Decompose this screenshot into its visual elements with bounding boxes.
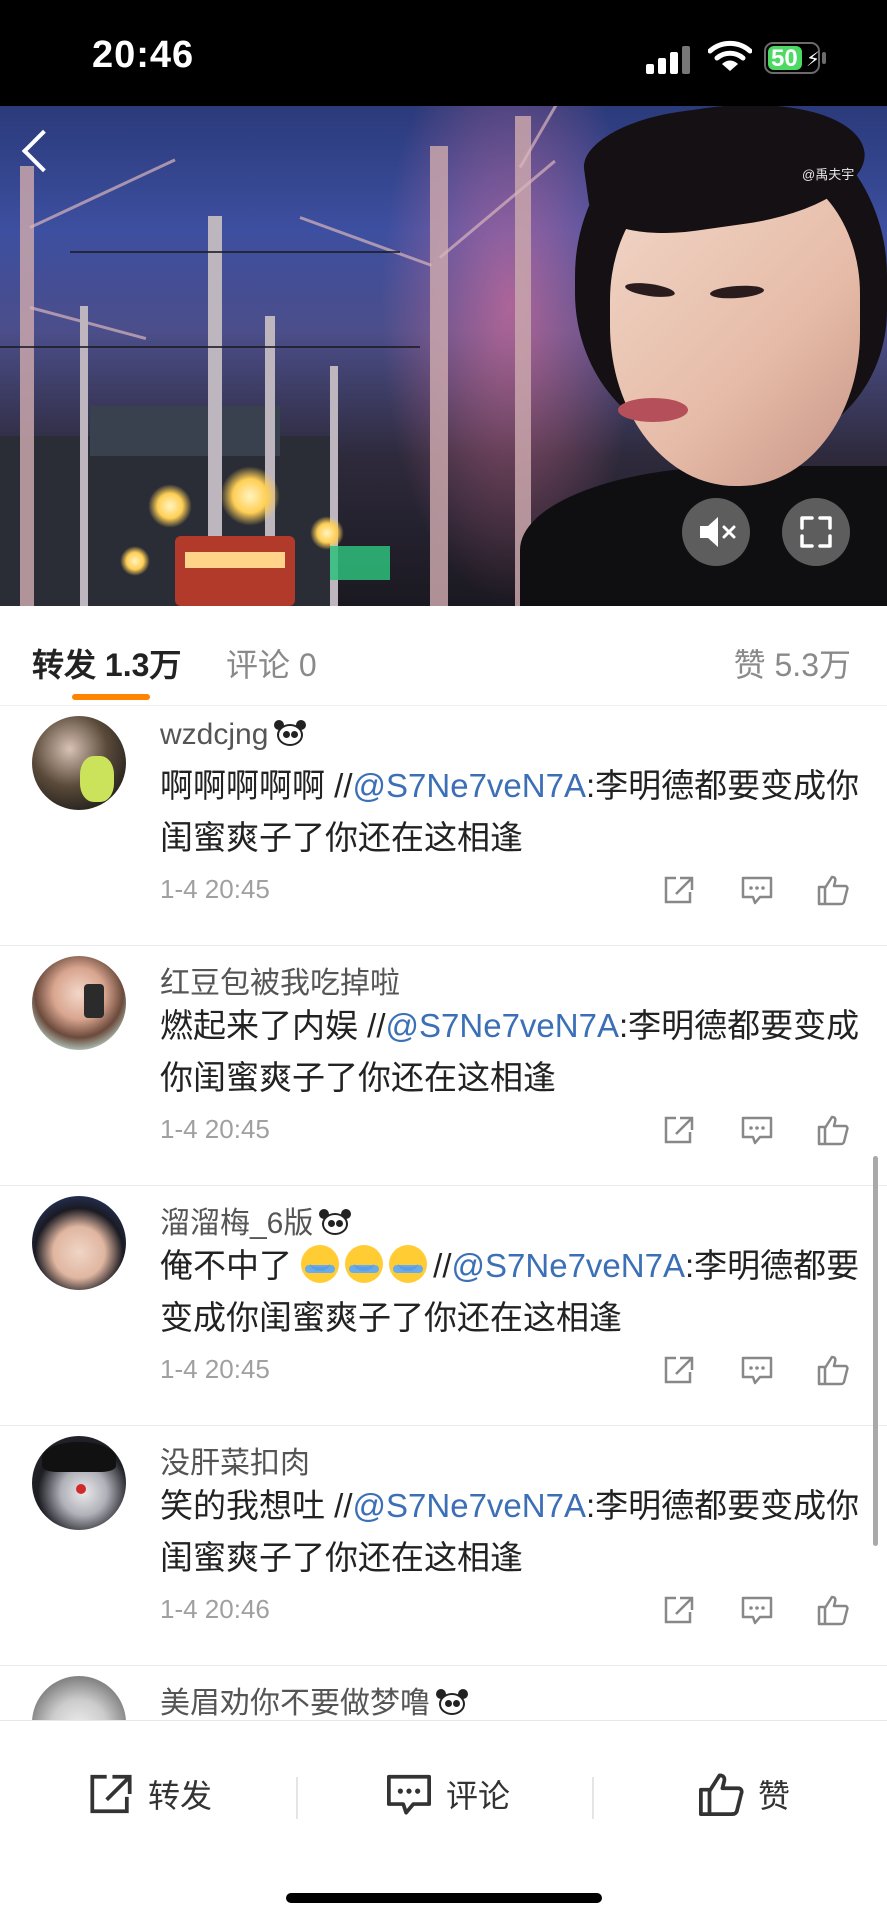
- like-icon[interactable]: [816, 874, 850, 906]
- username[interactable]: 红豆包被我吃掉啦: [160, 958, 400, 1002]
- mention-link[interactable]: @S7Ne7veN7A: [452, 1247, 685, 1284]
- signal-icon: [646, 44, 692, 74]
- divider: [296, 1777, 298, 1819]
- mention-link[interactable]: @S7Ne7veN7A: [353, 767, 586, 804]
- crying-laughing-emoji-icon: [301, 1245, 340, 1283]
- list-item: 没肝菜扣肉 笑的我想吐 //@S7Ne7veN7A:李明德都要变成你闺蜜爽子了你…: [0, 1426, 887, 1666]
- post-time: 1-4 20:46: [160, 1594, 270, 1624]
- list-item: 美眉劝你不要做梦噜: [0, 1666, 887, 1720]
- repost-icon[interactable]: [662, 1354, 696, 1386]
- avatar[interactable]: [32, 1436, 126, 1530]
- repost-icon[interactable]: [662, 1114, 696, 1146]
- active-tab-indicator: [72, 694, 150, 700]
- home-indicator[interactable]: [286, 1893, 602, 1903]
- like-icon[interactable]: [816, 1594, 850, 1626]
- avatar[interactable]: [32, 716, 126, 810]
- username[interactable]: 溜溜梅_6版: [160, 1198, 352, 1242]
- panda-badge-icon: [436, 1689, 468, 1717]
- avatar[interactable]: [32, 1676, 126, 1720]
- repost-icon[interactable]: [662, 1594, 696, 1626]
- status-time: 20:46: [92, 34, 195, 76]
- list-item: 红豆包被我吃掉啦 燃起来了内娱 //@S7Ne7veN7A:李明德都要变成你闺蜜…: [0, 946, 887, 1186]
- tab-repost[interactable]: 转发 1.3万: [32, 640, 181, 686]
- comment-icon: [387, 1774, 431, 1815]
- username[interactable]: wzdcjng: [160, 718, 307, 752]
- comment-icon[interactable]: [740, 1114, 774, 1146]
- like-icon[interactable]: [816, 1114, 850, 1146]
- bottom-action-bar: 转发 评论 赞: [0, 1720, 887, 1920]
- mention-link[interactable]: @S7Ne7veN7A: [353, 1487, 586, 1524]
- comment-icon[interactable]: [740, 1594, 774, 1626]
- video-watermark: @禹夫宇: [802, 167, 855, 182]
- repost-button[interactable]: 转发: [86, 1769, 212, 1819]
- username[interactable]: 没肝菜扣肉: [160, 1438, 310, 1482]
- fullscreen-button[interactable]: [782, 498, 850, 566]
- tab-like[interactable]: 赞 5.3万: [734, 640, 851, 686]
- video-player[interactable]: [0, 106, 887, 606]
- wifi-icon: [708, 40, 752, 71]
- status-bar: 20:46 50 ⚡: [0, 0, 887, 106]
- like-icon: [699, 1773, 744, 1816]
- repost-icon[interactable]: [662, 874, 696, 906]
- crying-laughing-emoji-icon: [389, 1245, 428, 1283]
- post-time: 1-4 20:45: [160, 874, 270, 904]
- list-item: wzdcjng 啊啊啊啊啊 //@S7Ne7veN7A:李明德都要变成你闺蜜爽子…: [0, 706, 887, 946]
- like-count: 5.3万: [774, 647, 852, 683]
- post-content: 俺不中了 //@S7Ne7veN7A:李明德都要变成你闺蜜爽子了你还在这相逢: [160, 1245, 860, 1336]
- mute-icon: [700, 517, 736, 547]
- post-time: 1-4 20:45: [160, 1354, 270, 1384]
- repost-list[interactable]: wzdcjng 啊啊啊啊啊 //@S7Ne7veN7A:李明德都要变成你闺蜜爽子…: [0, 706, 887, 1720]
- post-time: 1-4 20:45: [160, 1114, 270, 1144]
- tab-comment[interactable]: 评论 0: [226, 640, 317, 686]
- mention-link[interactable]: @S7Ne7veN7A: [386, 1007, 619, 1044]
- comment-count: 0: [298, 647, 317, 683]
- avatar[interactable]: [32, 956, 126, 1050]
- list-item: 溜溜梅_6版 俺不中了 //@S7Ne7veN7A:李明德都要变成你闺蜜爽子了你…: [0, 1186, 887, 1426]
- post-content: 啊啊啊啊啊 //@S7Ne7veN7A:李明德都要变成你闺蜜爽子了你还在这相逢: [160, 767, 860, 856]
- comment-button[interactable]: 评论: [384, 1769, 510, 1819]
- comment-icon[interactable]: [740, 874, 774, 906]
- crying-laughing-emoji-icon: [345, 1245, 384, 1283]
- panda-badge-icon: [274, 720, 307, 748]
- repost-count: 1.3万: [104, 647, 182, 683]
- divider: [592, 1777, 594, 1819]
- battery-icon: 50 ⚡: [764, 42, 820, 74]
- post-content: 燃起来了内娱 //@S7Ne7veN7A:李明德都要变成你闺蜜爽子了你还在这相逢: [160, 1007, 860, 1096]
- battery-level: 50: [771, 45, 798, 72]
- panda-badge-icon: [319, 1209, 352, 1237]
- scrollbar[interactable]: [873, 1156, 878, 1546]
- comment-icon[interactable]: [740, 1354, 774, 1386]
- mute-button[interactable]: [682, 498, 750, 566]
- repost-icon: [90, 1774, 132, 1814]
- like-button[interactable]: 赞: [696, 1769, 790, 1819]
- username[interactable]: 美眉劝你不要做梦噜: [160, 1678, 468, 1720]
- fullscreen-icon: [800, 516, 832, 548]
- avatar[interactable]: [32, 1196, 126, 1290]
- like-icon[interactable]: [816, 1354, 850, 1386]
- tab-bar: 转发 1.3万 评论 0 赞 5.3万: [0, 606, 887, 706]
- post-content: 笑的我想吐 //@S7Ne7veN7A:李明德都要变成你闺蜜爽子了你还在这相逢: [160, 1487, 860, 1576]
